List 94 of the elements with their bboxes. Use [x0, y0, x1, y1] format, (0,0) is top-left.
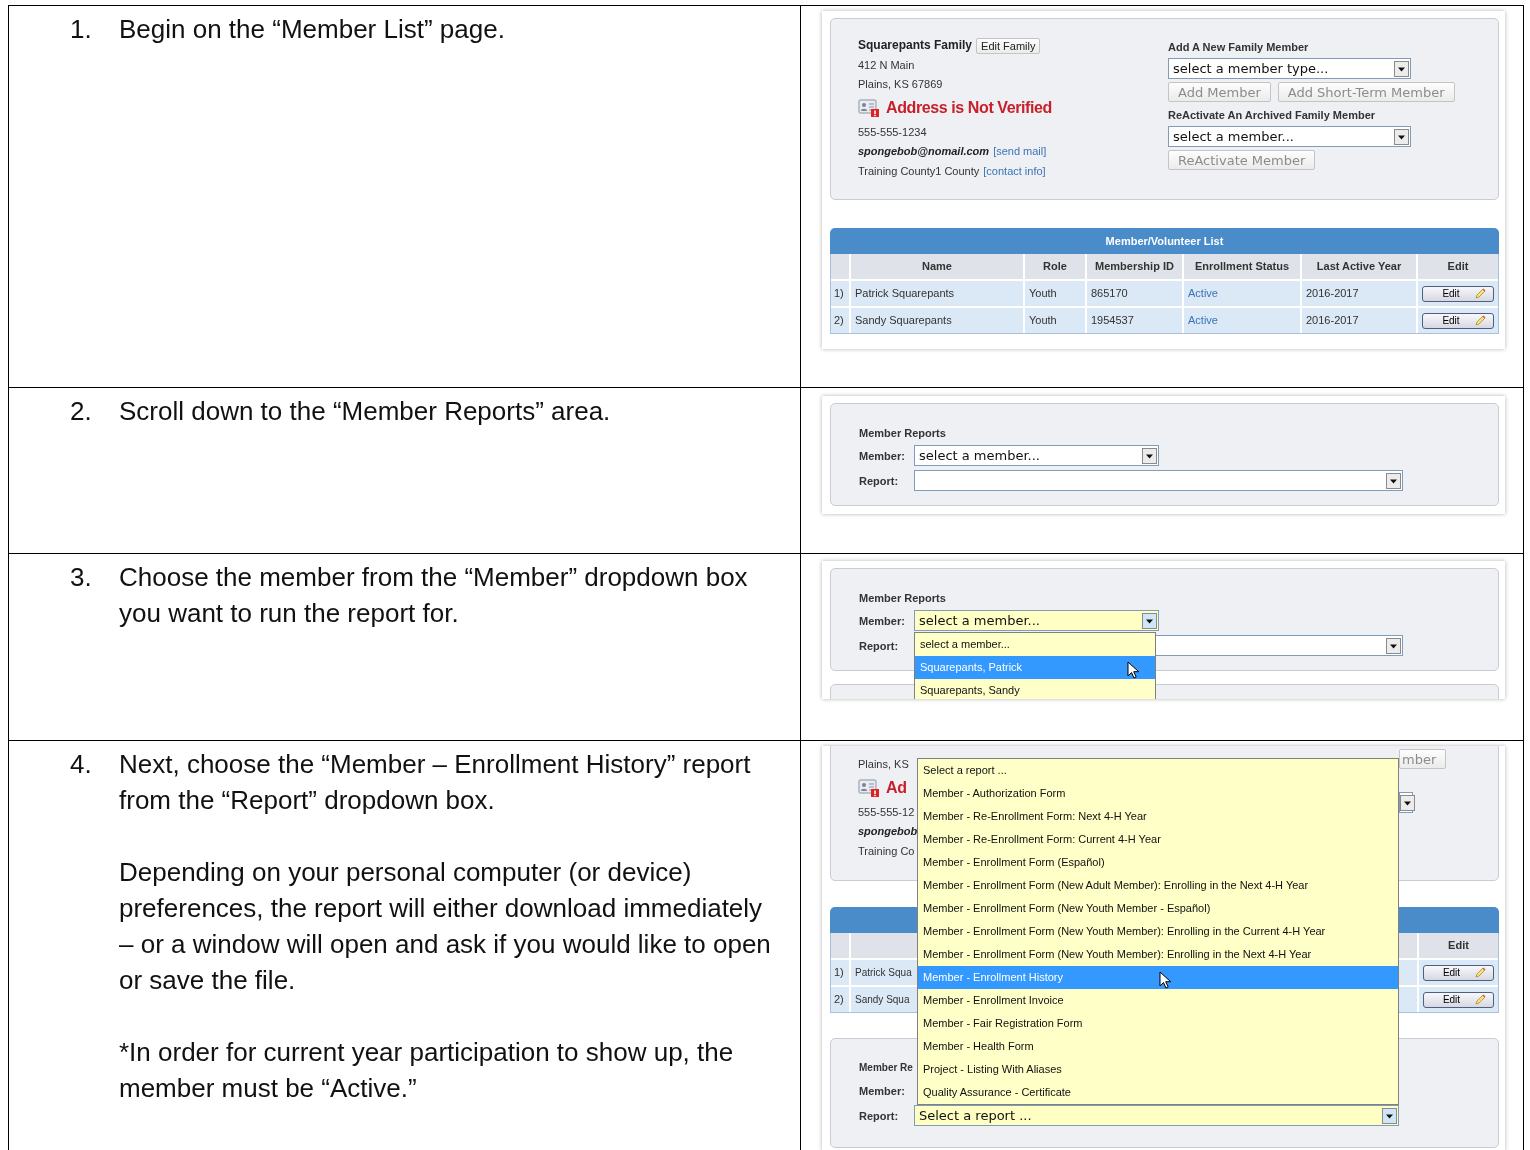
field-label: Report:: [859, 638, 899, 654]
dropdown-option[interactable]: Member - Enrollment Form (Español): [918, 851, 1398, 874]
dropdown-option[interactable]: select a member...: [915, 633, 1155, 656]
section-heading: Member Re: [859, 1061, 913, 1075]
edit-button[interactable]: Edit: [1422, 285, 1494, 302]
table-cell: 2016-2017: [1302, 308, 1416, 333]
select-field[interactable]: select a member...: [914, 445, 1159, 466]
address-warning: Ad: [886, 778, 907, 797]
table-cell: 2016-2017: [1302, 281, 1416, 306]
table-cell: Patrick Squarepants: [851, 281, 1023, 306]
address-warning: Address is Not Verified: [886, 98, 1052, 117]
button[interactable]: Edit Family: [976, 37, 1041, 54]
mouse-cursor-icon: [1159, 971, 1171, 989]
phone-number: 555-555-1234: [858, 124, 927, 140]
row-number: 2): [831, 308, 849, 333]
pencil-icon: [1473, 287, 1486, 300]
row-number: 1): [831, 960, 849, 985]
address-card-icon: [858, 777, 880, 798]
address-card-icon: [858, 97, 880, 118]
select-field[interactable]: [1399, 792, 1413, 813]
dropdown-option[interactable]: Member - Enrollment Form (New Adult Member): Enrolling in the Next 4-H Year: [918, 874, 1398, 897]
field-label: Member:: [859, 613, 905, 629]
table-cell: 1954537: [1087, 308, 1182, 333]
field-label: Report:: [859, 473, 899, 489]
table-cell: 865170: [1087, 281, 1182, 306]
dropdown-option[interactable]: Member - Authorization Form: [918, 782, 1398, 805]
edit-button[interactable]: Edit: [1423, 964, 1494, 981]
dropdown-option[interactable]: Member - Re-Enrollment Form: Current 4-H Year: [918, 828, 1398, 851]
table-title-bar: Member/Volunteer List: [830, 228, 1499, 254]
phone-number: 555-555-12: [858, 804, 915, 820]
instruction-text: Scroll down to the “Member Reports” area.: [119, 395, 612, 428]
address-line: 412 N Main: [858, 57, 915, 73]
dropdown-option[interactable]: Quality Assurance - Certificate: [918, 1081, 1398, 1104]
table-cell: Youth: [1025, 308, 1085, 333]
select-field[interactable]: [914, 470, 1403, 491]
section-heading: Member Reports: [859, 591, 946, 606]
mouse-cursor-icon: [1127, 661, 1139, 679]
field-label: Report:: [859, 1108, 899, 1124]
email-address: spongebob: [858, 824, 918, 839]
step-number: 1.: [70, 13, 93, 46]
section-heading: Add A New Family Member: [1168, 40, 1309, 55]
select-field[interactable]: Select a report ...: [914, 1105, 1399, 1126]
column-header: Edit: [1419, 933, 1498, 958]
step-number: 2.: [70, 395, 93, 428]
instruction-text: *In order for current year participation to show up, the member must be “Active.”: [119, 1036, 735, 1105]
instruction-text: Choose the member from the “Member” dropdown box you want to run the report for.: [119, 561, 749, 630]
step-number: 3.: [70, 561, 93, 594]
table-cell: Sandy Squarepants: [851, 308, 1023, 333]
dropdown-option[interactable]: Member - Enrollment Form (New Youth Member): Enrolling in the Current 4-H Year: [918, 920, 1398, 943]
row-number: 2): [831, 987, 849, 1012]
instruction-text: Next, choose the “Member – Enrollment History” report from the “Report” dropdown box.: [119, 748, 752, 817]
select-field[interactable]: select a member...: [914, 610, 1159, 631]
dropdown-option[interactable]: Squarepants, Sandy: [915, 679, 1155, 699]
field-label: Member:: [859, 448, 905, 464]
instruction-text: Begin on the “Member List” page.: [119, 13, 506, 46]
table-cell: Youth: [1025, 281, 1085, 306]
select-field[interactable]: select a member type...: [1168, 58, 1411, 79]
column-header: Role: [1025, 254, 1085, 279]
column-header: Enrollment Status: [1184, 254, 1300, 279]
county-name: Training Co: [858, 843, 915, 859]
county-name: Training County1 County: [858, 163, 980, 179]
column-header: Membership ID: [1087, 254, 1182, 279]
dropdown-option[interactable]: Member - Fair Registration Form: [918, 1012, 1398, 1035]
send-mail-link[interactable]: [send mail]: [993, 142, 1047, 162]
pencil-icon: [1474, 966, 1487, 979]
email-address: spongebob@nomail.com: [858, 144, 990, 159]
dropdown-option[interactable]: Member - Enrollment Form (New Youth Member - Español): [918, 897, 1398, 920]
status-link[interactable]: Active: [1184, 308, 1300, 333]
address-line: Plains, KS: [858, 757, 909, 772]
section-heading: ReActivate An Archived Family Member: [1168, 108, 1376, 123]
row-number: 1): [831, 281, 849, 306]
select-field[interactable]: select a member...: [1168, 126, 1411, 147]
column-header: Name: [851, 254, 1023, 279]
column-header: Last Active Year: [1302, 254, 1416, 279]
instruction-text: Depending on your personal computer (or device) preferences, the report will either download immediately – or a window will open and ask if you would like to open or save the file.: [119, 856, 772, 997]
dropdown-option[interactable]: Member - Health Form: [918, 1035, 1398, 1058]
header-cell: [831, 933, 849, 958]
family-name: Squarepants Family: [858, 37, 973, 54]
edit-button[interactable]: Edit: [1422, 312, 1494, 329]
pencil-icon: [1474, 993, 1487, 1006]
step-number: 4.: [70, 748, 93, 781]
contact-info-link[interactable]: [contact info]: [983, 161, 1046, 181]
header-cell: [831, 254, 849, 279]
field-label: Member:: [859, 1083, 905, 1099]
pencil-icon: [1473, 314, 1486, 327]
dropdown-option[interactable]: Project - Listing With Aliases: [918, 1058, 1398, 1081]
dropdown-option[interactable]: Member - Re-Enrollment Form: Next 4-H Year: [918, 805, 1398, 828]
edit-button[interactable]: Edit: [1423, 991, 1494, 1008]
dropdown-option[interactable]: Select a report ...: [918, 759, 1398, 782]
column-header: Edit: [1418, 254, 1498, 279]
address-line: Plains, KS 67869: [858, 77, 943, 92]
status-link[interactable]: Active: [1184, 281, 1300, 306]
dropdown-option[interactable]: Member - Enrollment Invoice: [918, 989, 1398, 1012]
section-heading: Member Reports: [859, 426, 946, 441]
